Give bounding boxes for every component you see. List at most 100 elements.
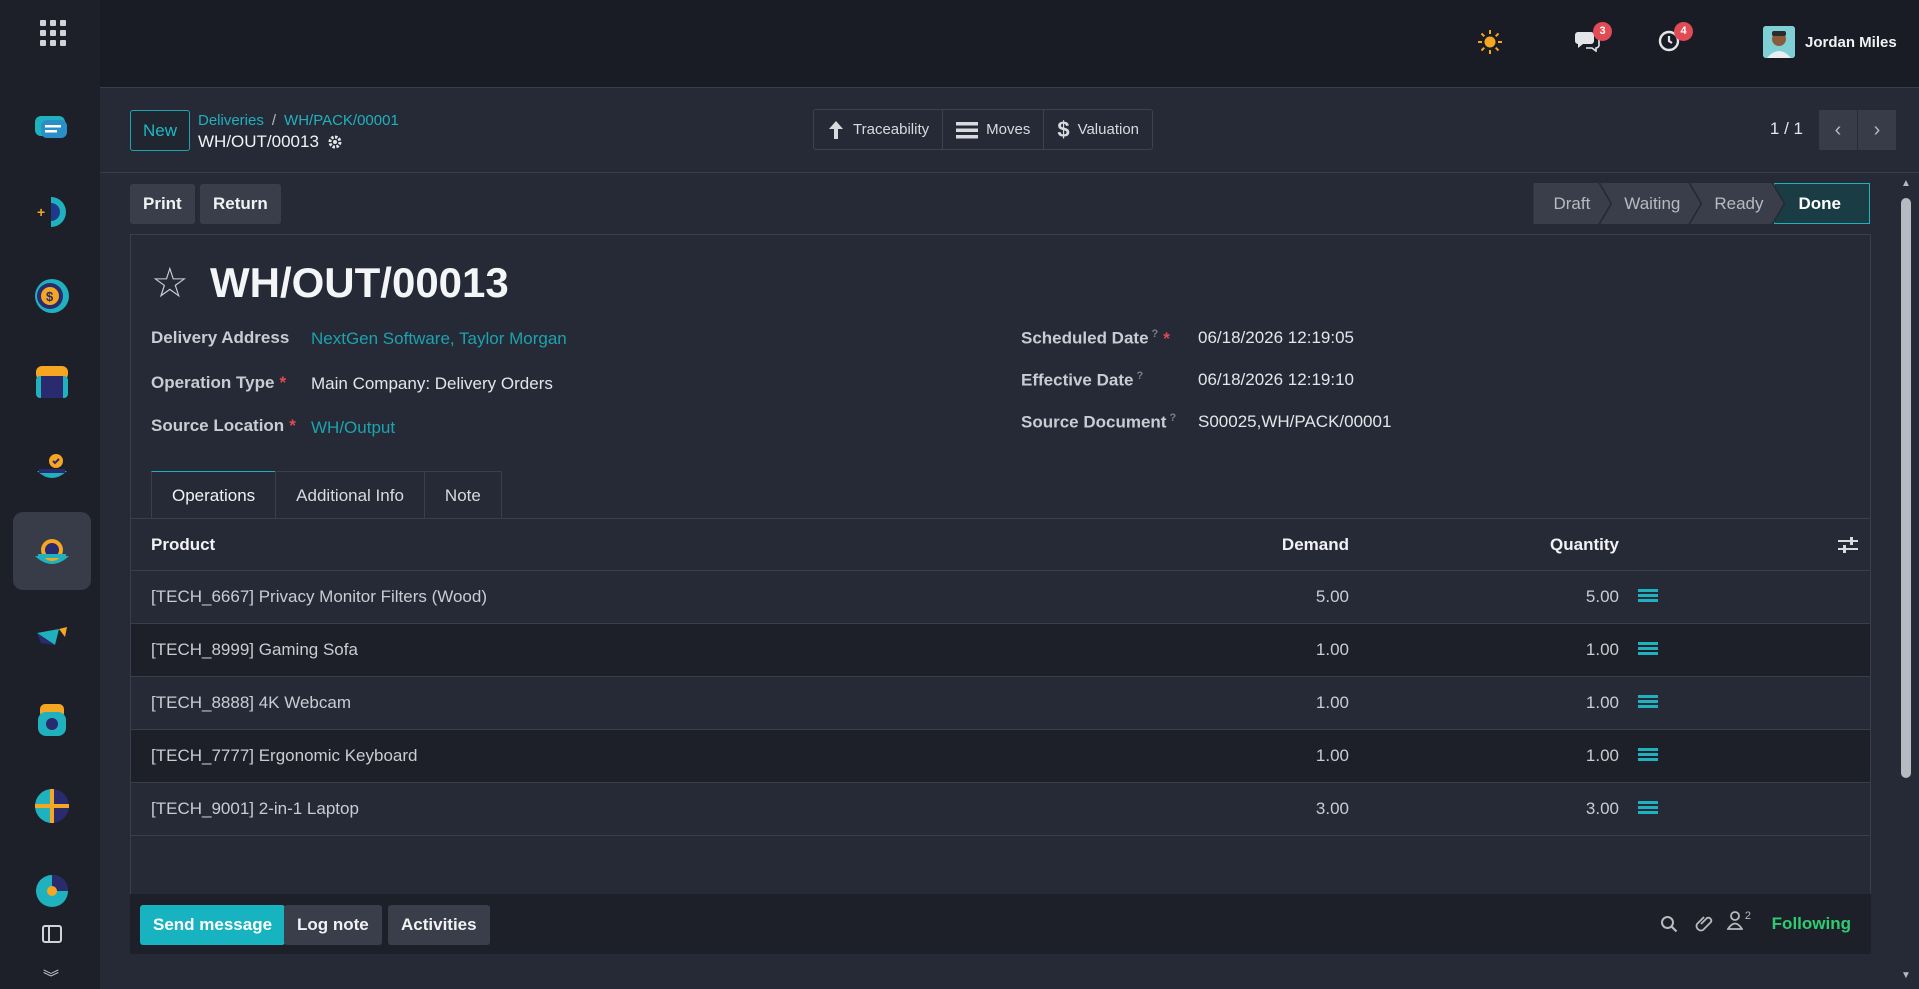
followers-button[interactable]: 2: [1726, 910, 1751, 930]
scroll-up-arrow[interactable]: ▲: [1901, 178, 1911, 189]
details-list-icon[interactable]: [1638, 642, 1658, 658]
messages-button[interactable]: 3: [1574, 21, 1612, 58]
log-note-button[interactable]: Log note: [284, 905, 382, 945]
stage-ready[interactable]: Ready: [1690, 183, 1783, 224]
tab-note[interactable]: Note: [423, 471, 502, 519]
activities-button[interactable]: Activities: [388, 905, 490, 945]
table-header: Product Demand Quantity: [131, 519, 1870, 571]
activities-badge: 4: [1674, 21, 1693, 41]
delivery-address-field[interactable]: NextGen Software, Taylor Morgan: [311, 329, 567, 349]
source-document-field[interactable]: S00025,WH/PACK/00001: [1198, 412, 1391, 432]
print-button[interactable]: Print: [130, 184, 195, 224]
scheduled-date-field[interactable]: 06/18/2026 12:19:05: [1198, 328, 1354, 348]
chatter-bar: Send message Log note Activities 2 Follo…: [130, 894, 1871, 954]
form-sheet: ☆ WH/OUT/00013 Delivery Address NextGen …: [130, 234, 1871, 894]
traceability-label: Traceability: [853, 121, 930, 138]
row-quantity[interactable]: 5.00: [1586, 587, 1619, 607]
traceability-button[interactable]: Traceability: [814, 110, 944, 149]
stage-done[interactable]: Done: [1773, 183, 1870, 224]
pager-previous-button[interactable]: ‹: [1819, 110, 1857, 150]
row-quantity[interactable]: 1.00: [1586, 693, 1619, 713]
return-button[interactable]: Return: [200, 184, 281, 224]
purchase-app-icon[interactable]: [13, 597, 91, 675]
pager-value[interactable]: 1 / 1: [1770, 119, 1803, 139]
details-list-icon[interactable]: [1638, 589, 1658, 605]
operation-type-label: Operation Type *: [151, 373, 287, 392]
paperclip-icon[interactable]: [1695, 914, 1715, 934]
gear-icon[interactable]: [327, 134, 343, 150]
notebook-tabs: Operations Additional Info Note: [151, 471, 502, 519]
source-location-field[interactable]: WH/Output: [311, 418, 395, 438]
sales-app-icon[interactable]: [13, 342, 91, 420]
header-quantity[interactable]: Quantity: [1550, 535, 1619, 555]
moves-button[interactable]: Moves: [943, 110, 1045, 149]
search-icon[interactable]: [1660, 915, 1678, 933]
row-quantity[interactable]: 1.00: [1586, 746, 1619, 766]
apps-menu-icon[interactable]: [40, 20, 66, 46]
sidebar-toggle-icon[interactable]: [42, 925, 62, 943]
project-app-icon[interactable]: [13, 852, 91, 930]
new-button[interactable]: New: [130, 110, 191, 151]
breadcrumb: Deliveries / WH/PACK/00001: [198, 112, 399, 129]
pager-next-button[interactable]: ›: [1858, 110, 1896, 150]
page-title: WH/OUT/00013: [210, 259, 509, 306]
header-product[interactable]: Product: [151, 535, 215, 555]
header-demand[interactable]: Demand: [1282, 535, 1349, 555]
manufacturing-app-icon[interactable]: [13, 682, 91, 760]
inventory-app-icon[interactable]: [13, 512, 91, 590]
scroll-down-arrow[interactable]: ▼: [1901, 970, 1911, 981]
help-icon[interactable]: ?: [1136, 370, 1143, 382]
user-icon: [1726, 911, 1743, 930]
table-row[interactable]: [TECH_7777] Ergonomic Keyboard 1.00 1.00: [131, 730, 1870, 783]
scrollbar-thumb[interactable]: [1901, 198, 1911, 778]
accounting-app-icon[interactable]: $: [13, 257, 91, 335]
smart-buttons: Traceability Moves $ Valuation: [813, 109, 1154, 150]
breadcrumb-separator: /: [271, 112, 277, 129]
svg-text:$: $: [46, 289, 54, 304]
help-icon[interactable]: ?: [1152, 328, 1159, 340]
control-panel: New Deliveries / WH/PACK/00001 WH/OUT/0001…: [100, 88, 1919, 173]
operation-type-field[interactable]: Main Company: Delivery Orders: [311, 374, 553, 394]
tab-additional-info[interactable]: Additional Info: [275, 471, 425, 519]
following-button[interactable]: Following: [1772, 914, 1851, 934]
crm-app-icon[interactable]: +: [13, 173, 91, 251]
top-navbar: 3 4 Jordan Miles: [100, 0, 1919, 88]
avatar: [1763, 26, 1795, 58]
chevron-double-down-icon[interactable]: ︾: [43, 964, 59, 988]
row-quantity[interactable]: 1.00: [1586, 640, 1619, 660]
help-icon[interactable]: ?: [1169, 412, 1176, 424]
row-quantity[interactable]: 3.00: [1586, 799, 1619, 819]
breadcrumb-deliveries[interactable]: Deliveries: [198, 112, 264, 129]
send-message-button[interactable]: Send message: [140, 905, 286, 945]
activities-button[interactable]: 4: [1657, 21, 1693, 58]
list-icon: [956, 121, 979, 138]
followers-count: 2: [1744, 910, 1751, 922]
theme-toggle[interactable]: [1477, 26, 1503, 58]
status-bar: Draft Waiting Ready Done: [1533, 183, 1870, 224]
table-row[interactable]: [TECH_6667] Privacy Monitor Filters (Woo…: [131, 571, 1870, 624]
source-location-label: Source Location *: [151, 416, 296, 435]
discuss-app-icon[interactable]: [13, 88, 91, 166]
stage-draft[interactable]: Draft: [1533, 183, 1610, 224]
optional-columns-icon[interactable]: [1838, 536, 1858, 553]
user-menu[interactable]: Jordan Miles: [1763, 26, 1897, 58]
details-list-icon[interactable]: [1638, 801, 1658, 817]
valuation-button[interactable]: $ Valuation: [1044, 110, 1152, 149]
stage-waiting[interactable]: Waiting: [1600, 183, 1700, 224]
source-document-label: Source Document?: [1021, 412, 1177, 432]
website-app-icon[interactable]: [13, 767, 91, 845]
table-row[interactable]: [TECH_8888] 4K Webcam 1.00 1.00: [131, 677, 1870, 730]
tab-operations[interactable]: Operations: [151, 471, 277, 519]
dollar-icon: $: [1057, 116, 1070, 142]
star-icon[interactable]: ☆: [151, 262, 189, 304]
details-list-icon[interactable]: [1638, 748, 1658, 764]
breadcrumb-pack[interactable]: WH/PACK/00001: [284, 112, 399, 129]
table-row[interactable]: [TECH_8999] Gaming Sofa 1.00 1.00: [131, 624, 1870, 677]
table-row[interactable]: [TECH_9001] 2-in-1 Laptop 3.00 3.00: [131, 783, 1870, 836]
row-demand: 5.00: [1315, 587, 1349, 606]
user-name: Jordan Miles: [1805, 33, 1897, 51]
details-list-icon[interactable]: [1638, 695, 1658, 711]
row-demand: 1.00: [1315, 640, 1349, 659]
record-name-text: WH/OUT/00013: [198, 132, 319, 151]
delivery-app-icon[interactable]: [13, 427, 91, 505]
